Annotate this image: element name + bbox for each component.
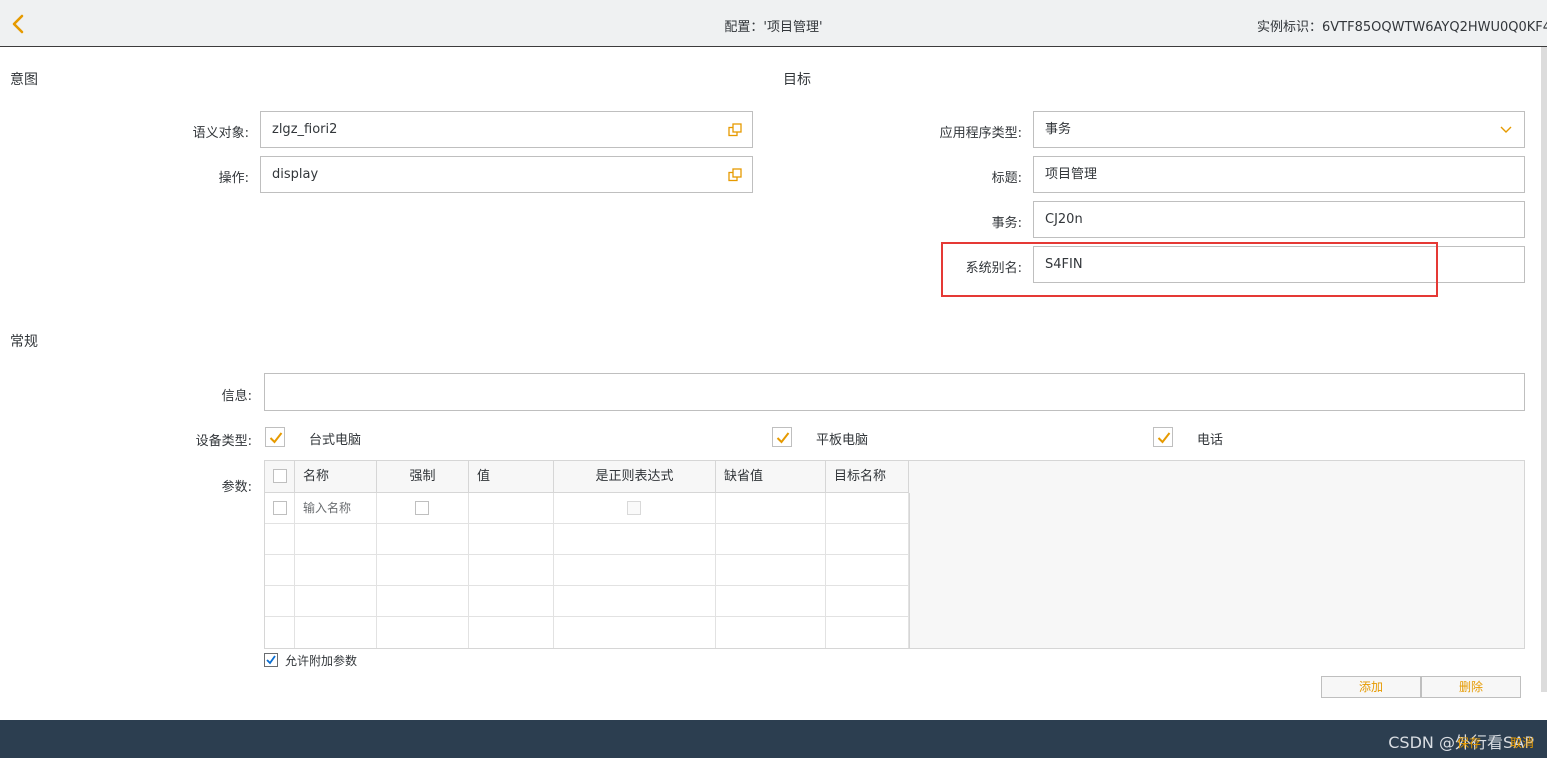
transaction-label: 事务: (991, 216, 1022, 231)
select-all-checkbox[interactable] (273, 469, 287, 483)
system-alias-value: S4FIN (1045, 257, 1083, 272)
target-section-title: 目标 (783, 72, 811, 88)
params-table-body: 输入名称 (265, 493, 909, 648)
value-help-icon[interactable] (728, 168, 742, 182)
info-input[interactable] (264, 373, 1525, 411)
cancel-button[interactable]: 取消 (1510, 734, 1534, 751)
action-input[interactable]: display (260, 156, 753, 193)
check-icon (1157, 432, 1171, 444)
allow-extra-params-checkbox[interactable] (264, 653, 278, 667)
instance-id: 实例标识：6VTF85OQWTW6AYQ2HWU0Q0KF4 (1257, 20, 1547, 35)
table-row (265, 555, 909, 586)
check-icon (269, 432, 283, 444)
table-empty-area (909, 493, 1524, 648)
params-table-header: 名称 强制 值 是正则表达式 缺省值 目标名称 (265, 461, 909, 493)
app-type-value: 事务 (1045, 122, 1072, 137)
transaction-input[interactable]: CJ20n (1033, 201, 1525, 238)
params-label: 参数: (221, 480, 252, 495)
table-row (265, 586, 909, 617)
footer-bar: CSDN @外行看SAP 保存 取消 (0, 720, 1547, 758)
params-table: 名称 强制 值 是正则表达式 缺省值 目标名称 输入名称 (264, 460, 1525, 649)
target-name-cell[interactable] (826, 493, 909, 524)
semantic-object-input[interactable]: zlgz_fiori2 (260, 111, 753, 148)
desktop-label: 台式电脑 (309, 433, 362, 448)
mandatory-checkbox[interactable] (415, 501, 429, 515)
general-section-title: 常规 (10, 334, 38, 350)
allow-extra-params-label: 允许附加参数 (285, 654, 358, 668)
vertical-scrollbar[interactable] (1541, 47, 1547, 692)
chevron-down-icon[interactable] (1500, 126, 1512, 134)
col-header-name[interactable]: 名称 (295, 461, 377, 493)
col-header-value[interactable]: 值 (469, 461, 554, 493)
delete-button[interactable]: 删除 (1421, 676, 1521, 698)
title-input[interactable]: 项目管理 (1033, 156, 1525, 193)
tablet-checkbox[interactable] (772, 427, 792, 447)
table-row (265, 617, 909, 648)
save-button[interactable]: 保存 (1457, 734, 1481, 751)
row-select-cell (265, 493, 295, 524)
header-bar: 配置：'项目管理' 实例标识：6VTF85OQWTW6AYQ2HWU0Q0KF4 (0, 0, 1547, 47)
tablet-label: 平板电脑 (816, 433, 869, 448)
system-alias-label: 系统别名: (965, 261, 1022, 276)
row-select-checkbox[interactable] (273, 501, 287, 515)
action-label: 操作: (218, 171, 249, 186)
check-icon (776, 432, 790, 444)
app-type-select[interactable]: 事务 (1033, 111, 1525, 148)
is-regex-cell (554, 493, 716, 524)
col-header-mandatory[interactable]: 强制 (377, 461, 469, 493)
title-value: 项目管理 (1045, 167, 1098, 182)
check-icon (266, 655, 276, 665)
default-value-cell[interactable] (716, 493, 826, 524)
transaction-value: CJ20n (1045, 212, 1083, 227)
semantic-object-value: zlgz_fiori2 (272, 122, 338, 137)
intent-section-title: 意图 (10, 72, 38, 88)
action-value: display (272, 167, 319, 182)
system-alias-input[interactable]: S4FIN (1033, 246, 1525, 283)
app-type-label: 应用程序类型: (939, 126, 1022, 141)
add-button[interactable]: 添加 (1321, 676, 1421, 698)
is-regex-checkbox (627, 501, 641, 515)
device-type-label: 设备类型: (195, 434, 252, 449)
name-input-cell[interactable]: 输入名称 (295, 493, 377, 524)
value-cell[interactable] (469, 493, 554, 524)
col-header-is-regex[interactable]: 是正则表达式 (554, 461, 716, 493)
col-header-default-value[interactable]: 缺省值 (716, 461, 826, 493)
table-row (265, 524, 909, 555)
title-label: 标题: (991, 171, 1022, 186)
semantic-object-label: 语义对象: (192, 126, 249, 141)
mandatory-cell (377, 493, 469, 524)
desktop-checkbox[interactable] (265, 427, 285, 447)
phone-checkbox[interactable] (1153, 427, 1173, 447)
col-header-target-name[interactable]: 目标名称 (826, 461, 909, 493)
phone-label: 电话 (1197, 433, 1224, 448)
value-help-icon[interactable] (728, 123, 742, 137)
select-all-cell (265, 461, 295, 493)
table-row: 输入名称 (265, 493, 909, 524)
info-label: 信息: (221, 389, 252, 404)
